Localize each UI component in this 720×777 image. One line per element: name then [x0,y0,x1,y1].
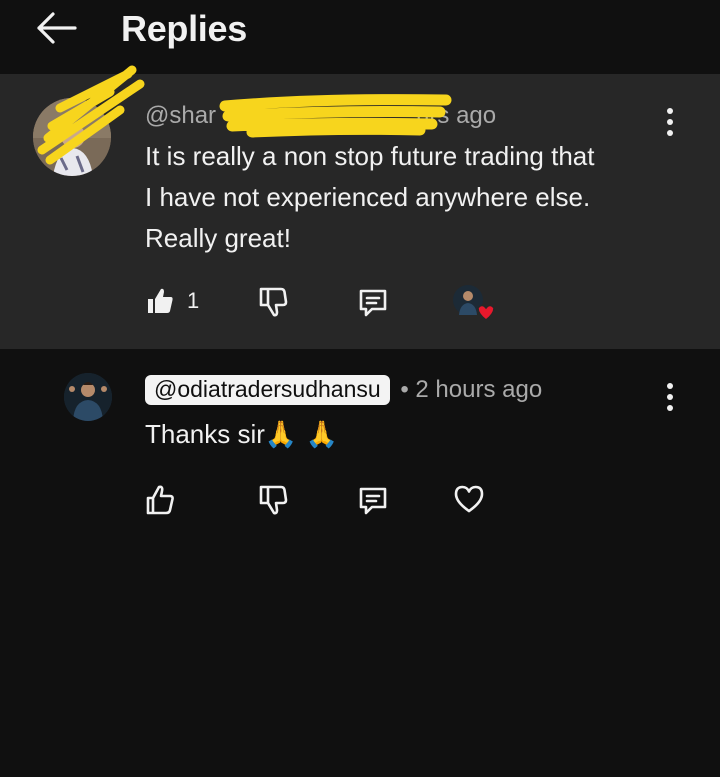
creator-heart-badge [452,284,496,324]
reply-more-button[interactable] [655,377,685,417]
comment-line: I have not experienced anywhere else. [145,182,591,212]
dislike-button[interactable] [258,286,288,318]
header-bar: Replies [0,0,720,74]
commenter-avatar[interactable] [33,98,111,176]
reply-button[interactable] [357,287,389,319]
reply-heart-button[interactable] [453,484,485,514]
replies-screen: Replies @shar urs ago It is really a non … [0,0,720,777]
back-button[interactable] [30,6,82,50]
comment-line: It is really a non stop future trading t… [145,141,595,171]
more-dot [667,405,673,411]
more-vertical-icon [667,383,673,389]
parent-comment: @shar urs ago It is really a non stop fut… [0,74,720,349]
thumbs-down-icon [259,287,288,317]
reply-dislike-button[interactable] [258,484,288,516]
thumbs-up-icon [146,485,174,515]
comment-more-button[interactable] [655,102,685,142]
comment-icon [359,289,387,317]
reply-author-avatar[interactable] [64,373,112,421]
folded-hands-emoji: 🙏 🙏 [264,420,338,450]
arrow-left-icon [37,12,77,44]
comment-line: Really great! [145,223,291,253]
reply-author-handle[interactable]: @odiatradersudhansu [145,375,390,405]
creator-avatar-heart-icon [453,285,495,321]
heart-icon [454,485,484,513]
comment-text: It is really a non stop future trading t… [145,136,665,259]
more-dot [667,119,673,125]
reply-like-button[interactable] [145,484,175,516]
avatar-photo-icon [33,98,111,176]
thumbs-up-icon [148,288,173,313]
reply-comment: @odiatradersudhansu • 2 hours ago Thanks… [0,349,720,539]
comment-icon [359,487,387,515]
comment-header: @shar urs ago [145,102,496,130]
more-vertical-icon [667,108,673,114]
more-dot [667,130,673,136]
comment-time: urs ago [416,102,497,129]
like-button[interactable]: 1 [145,286,199,316]
reply-reply-button[interactable] [357,485,389,517]
comment-author[interactable]: @shar [145,102,216,129]
more-dot [667,394,673,400]
reply-text-content: Thanks sir [145,419,265,449]
reply-text: Thanks sir🙏 🙏 [145,414,665,456]
reply-header: @odiatradersudhansu • 2 hours ago [145,375,542,405]
thumbs-down-icon [259,485,288,515]
page-title: Replies [121,8,247,49]
avatar-photo-icon [64,373,112,421]
reply-time: • 2 hours ago [400,376,543,403]
like-count: 1 [187,288,200,313]
